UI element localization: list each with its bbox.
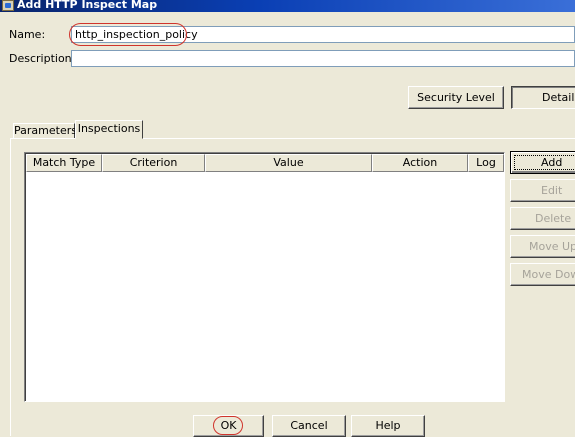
ok-button[interactable]: OK <box>193 415 264 437</box>
column-header-value[interactable]: Value <box>205 154 372 172</box>
move-down-button[interactable]: Move Down <box>510 263 575 286</box>
column-header-log[interactable]: Log <box>468 154 504 172</box>
details-button[interactable]: Details <box>511 86 575 109</box>
table-header: Match Type Criterion Value Action Log <box>26 154 504 172</box>
column-header-action[interactable]: Action <box>372 154 468 172</box>
description-input[interactable] <box>71 50 575 67</box>
tab-parameters[interactable]: Parameters <box>13 123 77 139</box>
security-level-button[interactable]: Security Level <box>408 86 504 109</box>
help-button[interactable]: Help <box>351 415 425 437</box>
edit-button[interactable]: Edit <box>510 179 575 202</box>
name-input-value: http_inspection_policy <box>75 28 198 41</box>
description-label: Description: <box>9 52 76 65</box>
add-button-label: Add <box>541 156 563 169</box>
add-button[interactable]: Add <box>510 151 575 174</box>
name-label: Name: <box>9 28 46 41</box>
inspections-table[interactable]: Match Type Criterion Value Action Log <box>24 152 505 402</box>
app-icon <box>2 0 14 11</box>
column-header-criterion[interactable]: Criterion <box>102 154 205 172</box>
column-header-match-type[interactable]: Match Type <box>26 154 102 172</box>
move-up-button[interactable]: Move Up <box>510 235 575 258</box>
delete-button[interactable]: Delete <box>510 207 575 230</box>
name-input[interactable]: http_inspection_policy <box>71 26 575 43</box>
cancel-button[interactable]: Cancel <box>272 415 346 437</box>
tab-inspections[interactable]: Inspections <box>75 120 143 139</box>
title-bar[interactable]: Add HTTP Inspect Map <box>0 0 575 12</box>
window-title: Add HTTP Inspect Map <box>17 0 158 11</box>
